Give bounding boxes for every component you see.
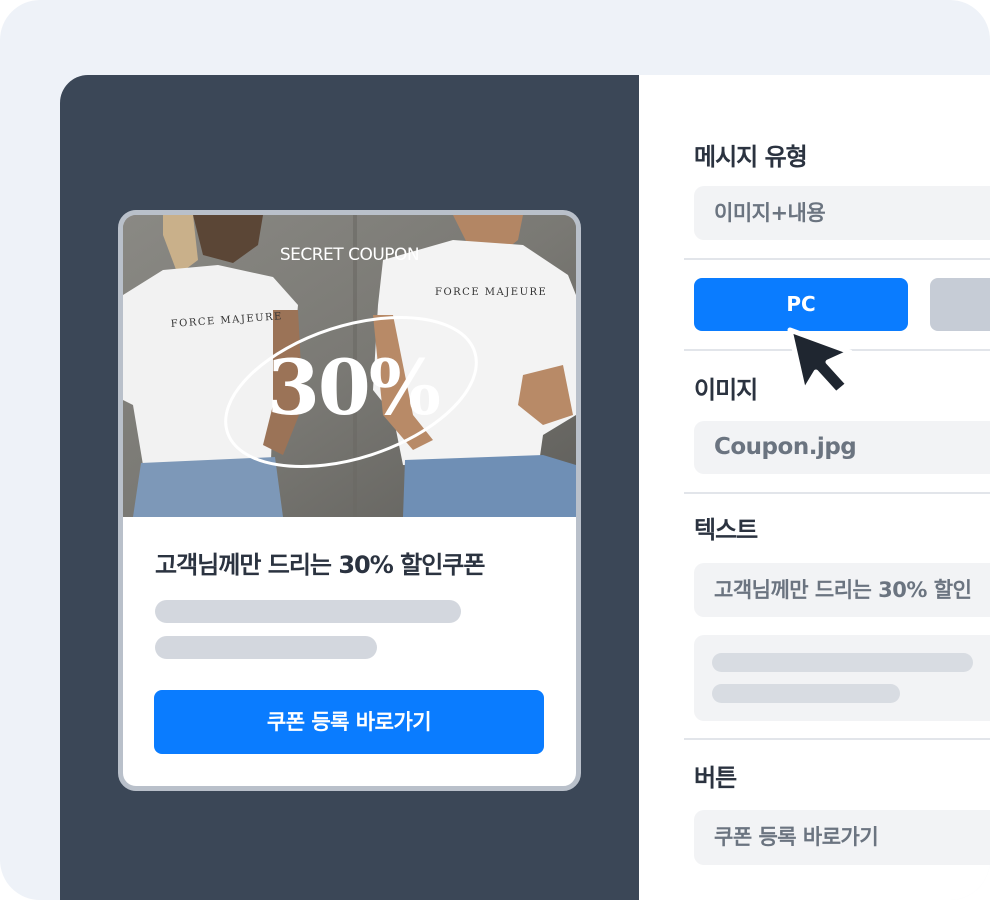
message-type-field[interactable]: 이미지+내용 (694, 186, 990, 240)
image-file-field[interactable]: Coupon.jpg (694, 421, 990, 474)
divider (684, 492, 990, 494)
divider (684, 258, 990, 260)
button-label: 버튼 (694, 764, 737, 792)
button-text-field[interactable]: 쿠폰 등록 바로가기 (694, 810, 990, 865)
coupon-title: 고객님께만 드리는 30% 할인쿠폰 (155, 551, 485, 579)
text-label: 텍스트 (694, 516, 758, 544)
text-input-field[interactable]: 고객님께만 드리는 30% 할인 (694, 563, 990, 617)
shirt-print-right: FORCE MAJEURE (435, 287, 547, 298)
divider (684, 738, 990, 740)
coupon-image: FORCE MAJEURE FORCE MAJEURE SECRET COUPO… (123, 215, 576, 517)
image-label: 이미지 (694, 376, 758, 404)
placeholder-line (712, 653, 973, 672)
register-coupon-button[interactable]: 쿠폰 등록 바로가기 (154, 690, 544, 754)
placeholder-line (712, 684, 900, 703)
coupon-preview-card: FORCE MAJEURE FORCE MAJEURE SECRET COUPO… (118, 210, 581, 791)
placeholder-line (155, 636, 377, 659)
mouse-pointer-icon (787, 327, 853, 398)
secret-coupon-label: SECRET COUPON (279, 245, 420, 265)
discount-value: 30% (267, 343, 441, 432)
mobile-device-button[interactable] (930, 278, 990, 331)
placeholder-line (155, 600, 461, 623)
text-body-field[interactable] (694, 635, 990, 721)
message-type-label: 메시지 유형 (694, 143, 808, 171)
